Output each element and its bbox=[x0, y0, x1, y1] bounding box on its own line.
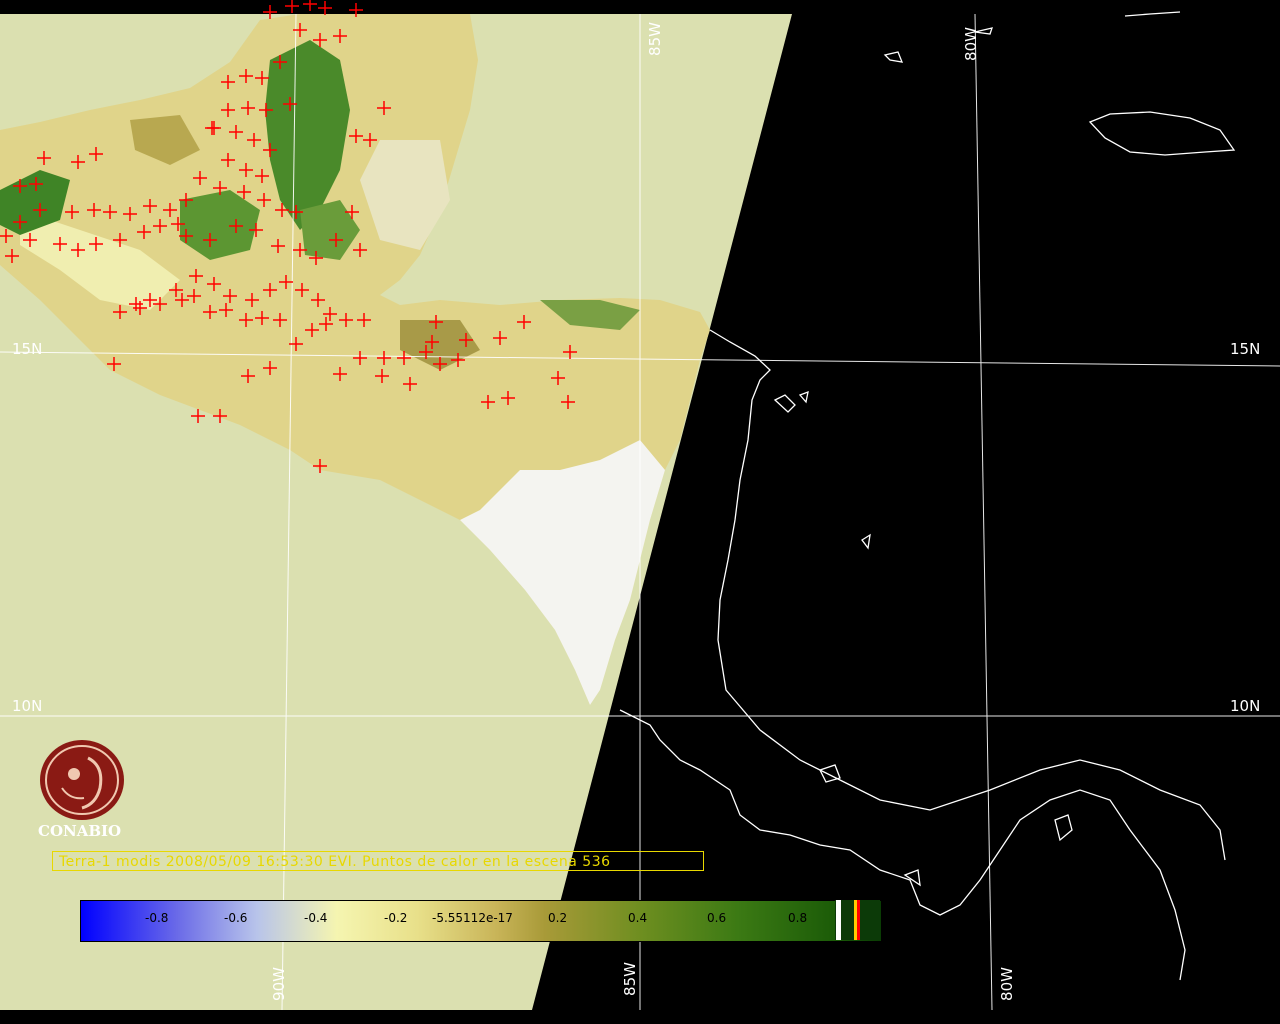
scene-caption: Terra-1 modis 2008/05/09 16:53:30 EVI. P… bbox=[52, 851, 704, 871]
map-viewer: 15N 15N 10N 10N 85W 80W 90W 85W 80W CONA… bbox=[0, 0, 1280, 1024]
lon-label-80w-top: 80W bbox=[961, 27, 980, 61]
colorbar-tick: -0.4 bbox=[304, 911, 328, 925]
lat-label-15n-right: 15N bbox=[1230, 340, 1261, 358]
conabio-logo-text: CONABIO bbox=[38, 822, 122, 840]
colorbar-red-strip bbox=[857, 900, 860, 940]
lat-label-10n-right: 10N bbox=[1230, 697, 1261, 715]
lon-label-85w-bottom: 85W bbox=[620, 962, 639, 996]
colorbar-tick: 0.8 bbox=[788, 911, 808, 925]
colorbar-tick: -0.8 bbox=[145, 911, 169, 925]
lat-label-10n-left: 10N bbox=[12, 697, 43, 715]
colorbar-tick: 0.2 bbox=[548, 911, 568, 925]
lon-label-90w-bottom: 90W bbox=[269, 967, 288, 1001]
colorbar-tick: -5.55112e-17 bbox=[432, 911, 513, 925]
lat-label-15n-left: 15N bbox=[12, 340, 43, 358]
lon-label-80w-bottom: 80W bbox=[997, 967, 1016, 1001]
colorbar-tick: 0.4 bbox=[628, 911, 648, 925]
colorbar-tick: -0.2 bbox=[384, 911, 408, 925]
colorbar-white-strip bbox=[836, 900, 841, 940]
colorbar-tick: -0.6 bbox=[224, 911, 248, 925]
lon-label-85w-top: 85W bbox=[645, 22, 664, 56]
colorbar-tick: 0.6 bbox=[707, 911, 727, 925]
conabio-logo-icon bbox=[40, 740, 124, 820]
